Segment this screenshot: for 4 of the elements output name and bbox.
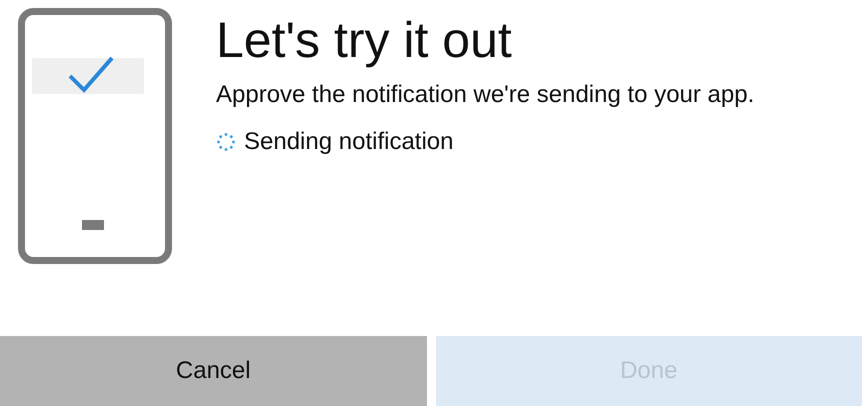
cancel-button[interactable]: Cancel [0, 336, 426, 406]
title: Let's try it out [216, 11, 513, 70]
message: Approve the notification we're sending to your app. [216, 80, 756, 110]
status-text: Sending notification [244, 128, 454, 156]
